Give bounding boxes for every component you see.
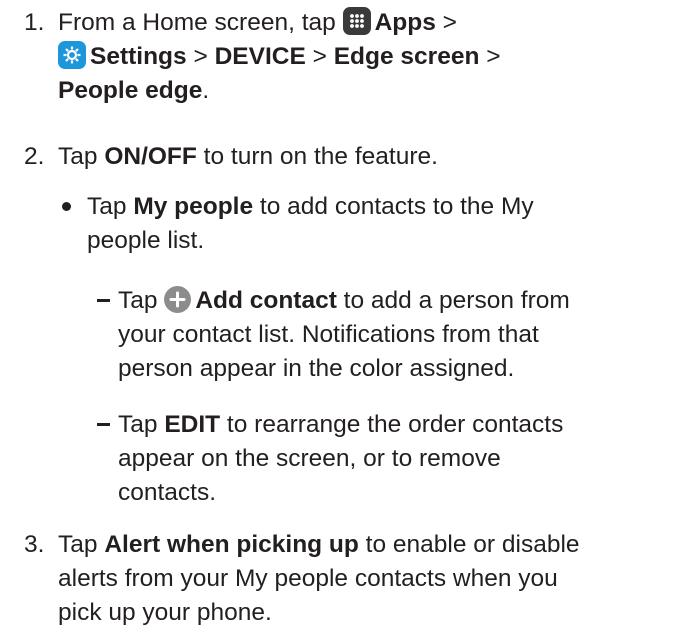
- text: your contact list. Notifications from th…: [118, 321, 539, 348]
- text: contacts.: [118, 479, 217, 506]
- apps-grid-icon: [342, 7, 371, 35]
- edit-label: EDIT: [164, 411, 221, 438]
- bullet-text: Tap My people to add contacts to the My …: [87, 190, 677, 258]
- text: From a Home screen, tap: [58, 9, 343, 36]
- sub-item-text: Tap EDIT to rearrange the order contacts…: [118, 408, 678, 510]
- step-number: 3.: [24, 531, 45, 558]
- step-number: 2.: [24, 143, 45, 170]
- settings-gear-icon: [58, 41, 86, 69]
- text: >: [186, 43, 215, 70]
- step-text: From a Home screen, tap Apps > Settings …: [58, 6, 678, 108]
- text: to rearrange the order contacts: [220, 411, 564, 438]
- text: >: [479, 43, 501, 70]
- text: Tap: [87, 193, 134, 220]
- text: to add contacts to the My: [253, 193, 534, 220]
- text: .: [202, 77, 210, 104]
- text: people list.: [87, 227, 205, 254]
- document-page: 1. From a Home screen, tap Apps > Settin…: [0, 0, 682, 637]
- settings-label: Settings: [90, 43, 187, 70]
- text: Tap: [118, 287, 165, 314]
- my-people-label: My people: [133, 193, 254, 220]
- text: person appear in the color assigned.: [118, 355, 515, 382]
- device-label: DEVICE: [214, 43, 306, 70]
- step-number: 1.: [24, 9, 45, 36]
- people-edge-label: People edge: [58, 77, 203, 104]
- step-text: Tap ON/OFF to turn on the feature.: [58, 140, 678, 174]
- text: >: [305, 43, 334, 70]
- add-contact-label: Add contact: [195, 287, 337, 314]
- text: Tap: [58, 143, 105, 170]
- text: pick up your phone.: [58, 599, 272, 626]
- text: to enable or disable: [358, 531, 580, 558]
- bullet-dot: [62, 202, 71, 211]
- apps-label: Apps: [374, 9, 436, 36]
- text: alerts from your My people contacts when…: [58, 565, 558, 592]
- text: appear on the screen, or to remove: [118, 445, 501, 472]
- dash-marker: [97, 423, 110, 426]
- edge-screen-label: Edge screen: [333, 43, 480, 70]
- step-text: Tap Alert when picking up to enable or d…: [58, 528, 678, 630]
- dash-marker: [97, 299, 110, 302]
- alert-label: Alert when picking up: [104, 531, 359, 558]
- text: Tap: [118, 411, 165, 438]
- text: to turn on the feature.: [196, 143, 438, 170]
- add-circle-icon: [164, 286, 192, 313]
- sub-item-text: Tap Add contact to add a person from you…: [118, 284, 678, 386]
- text: Tap: [58, 531, 105, 558]
- onoff-label: ON/OFF: [104, 143, 197, 170]
- text: >: [435, 9, 457, 36]
- text: to add a person from: [336, 287, 570, 314]
